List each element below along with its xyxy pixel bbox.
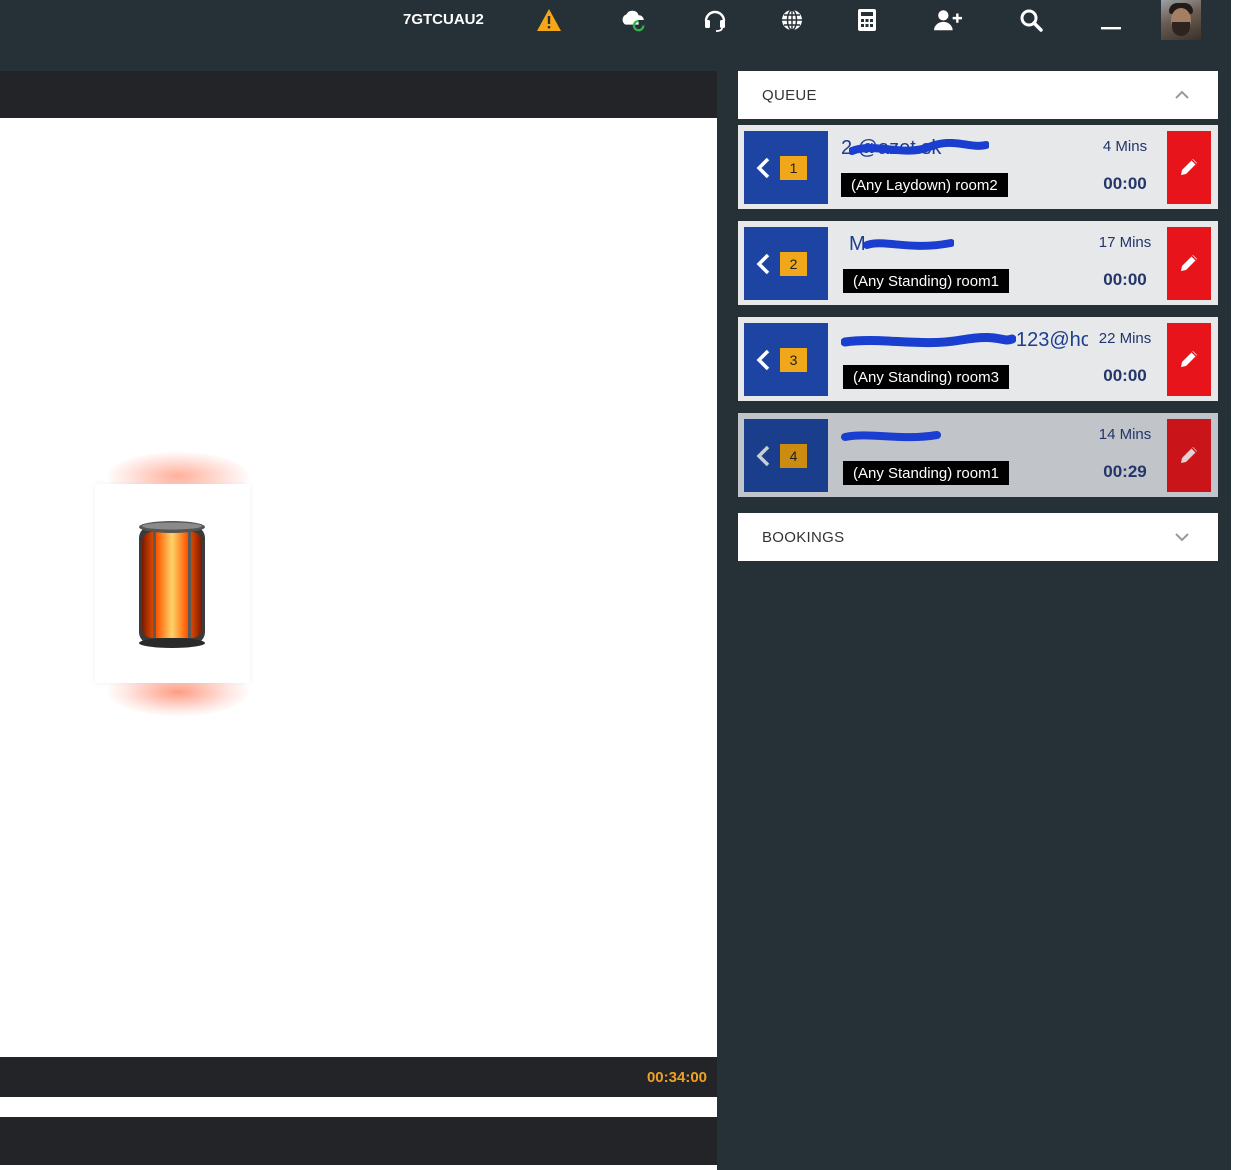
assign-back-button[interactable]: 4 [744, 419, 828, 492]
edit-button[interactable] [1167, 419, 1211, 492]
queue-section-header[interactable]: QUEUE [738, 71, 1218, 119]
chevron-up-icon[interactable] [1174, 87, 1190, 103]
room-footer-bar: 00:34:00 [0, 1057, 717, 1097]
tanning-booth-icon [139, 521, 205, 648]
assign-back-button[interactable]: 3 [744, 323, 828, 396]
item-timer: 00:00 [1103, 174, 1147, 193]
device-id: 7GTCUAU2 [403, 11, 484, 28]
edit-button[interactable] [1167, 323, 1211, 396]
room-label: (Any Standing) room3 [843, 365, 1009, 389]
wait-minutes: 17 Mins [1098, 234, 1152, 251]
globe-icon[interactable] [778, 6, 806, 34]
avatar[interactable] [1161, 0, 1201, 40]
queue-item[interactable]: 1 2 @azet.sk 4 Mins (Any Laydown) room2 … [738, 125, 1218, 209]
queue-item[interactable]: 3 123@hotm 22 Mins (Any Standing) room3 … [738, 317, 1218, 401]
wait-minutes: 4 Mins [1102, 138, 1148, 155]
room-label: (Any Standing) room1 [843, 461, 1009, 485]
headset-icon[interactable] [701, 6, 729, 34]
add-user-icon[interactable] [934, 6, 962, 34]
item-timer: 00:00 [1103, 270, 1147, 289]
pencil-icon [1181, 159, 1197, 175]
pencil-icon [1181, 351, 1197, 367]
chevron-left-icon [756, 157, 770, 179]
edit-button[interactable] [1167, 131, 1211, 204]
pencil-icon [1181, 255, 1197, 271]
room-next-bar [0, 1117, 718, 1165]
minimize-icon[interactable] [1097, 6, 1125, 34]
assign-back-button[interactable]: 2 [744, 227, 828, 300]
wait-minutes: 22 Mins [1098, 330, 1152, 347]
chevron-left-icon [756, 349, 770, 371]
edit-button[interactable] [1167, 227, 1211, 300]
queue-title: QUEUE [762, 87, 817, 104]
queue-position-badge: 4 [780, 444, 807, 468]
session-timer: 00:34:00 [646, 1069, 707, 1086]
redaction-mark [841, 332, 1016, 348]
item-timer: 00:29 [1103, 462, 1147, 481]
chevron-down-icon[interactable] [1174, 529, 1190, 545]
room-label: (Any Standing) room1 [843, 269, 1009, 293]
cloud-sync-icon[interactable] [619, 6, 647, 34]
bookings-title: BOOKINGS [762, 529, 845, 546]
queue-item[interactable]: 2 M 17 Mins (Any Standing) room1 00:00 [738, 221, 1218, 305]
search-icon[interactable] [1017, 6, 1045, 34]
redaction-mark [841, 431, 941, 442]
room-header-bar [0, 71, 717, 118]
item-timer: 00:00 [1103, 366, 1147, 385]
queue-position-badge: 1 [780, 156, 807, 180]
pencil-icon [1181, 447, 1197, 463]
queue-position-badge: 2 [780, 252, 807, 276]
queue-item[interactable]: 4 14 Mins (Any Standing) room1 00:29 [738, 413, 1218, 497]
chevron-left-icon [756, 445, 770, 467]
chevron-left-icon [756, 253, 770, 275]
calculator-icon[interactable] [853, 6, 881, 34]
customer-name: 123@hotm [1016, 329, 1088, 351]
queue-position-badge: 3 [780, 348, 807, 372]
queue-panel: QUEUE 1 2 @azet.sk 4 Mins (Any Laydown) … [717, 71, 1231, 1170]
tanning-booth-card[interactable] [95, 484, 250, 683]
redaction-mark [849, 139, 989, 155]
wait-minutes: 14 Mins [1098, 426, 1152, 443]
warning-icon[interactable] [535, 6, 563, 34]
bookings-section-header[interactable]: BOOKINGS [738, 513, 1218, 561]
room-label: (Any Laydown) room2 [841, 173, 1008, 197]
assign-back-button[interactable]: 1 [744, 131, 828, 204]
top-bar: 7GTCUAU2 [0, 0, 1231, 71]
redaction-mark [864, 239, 954, 250]
